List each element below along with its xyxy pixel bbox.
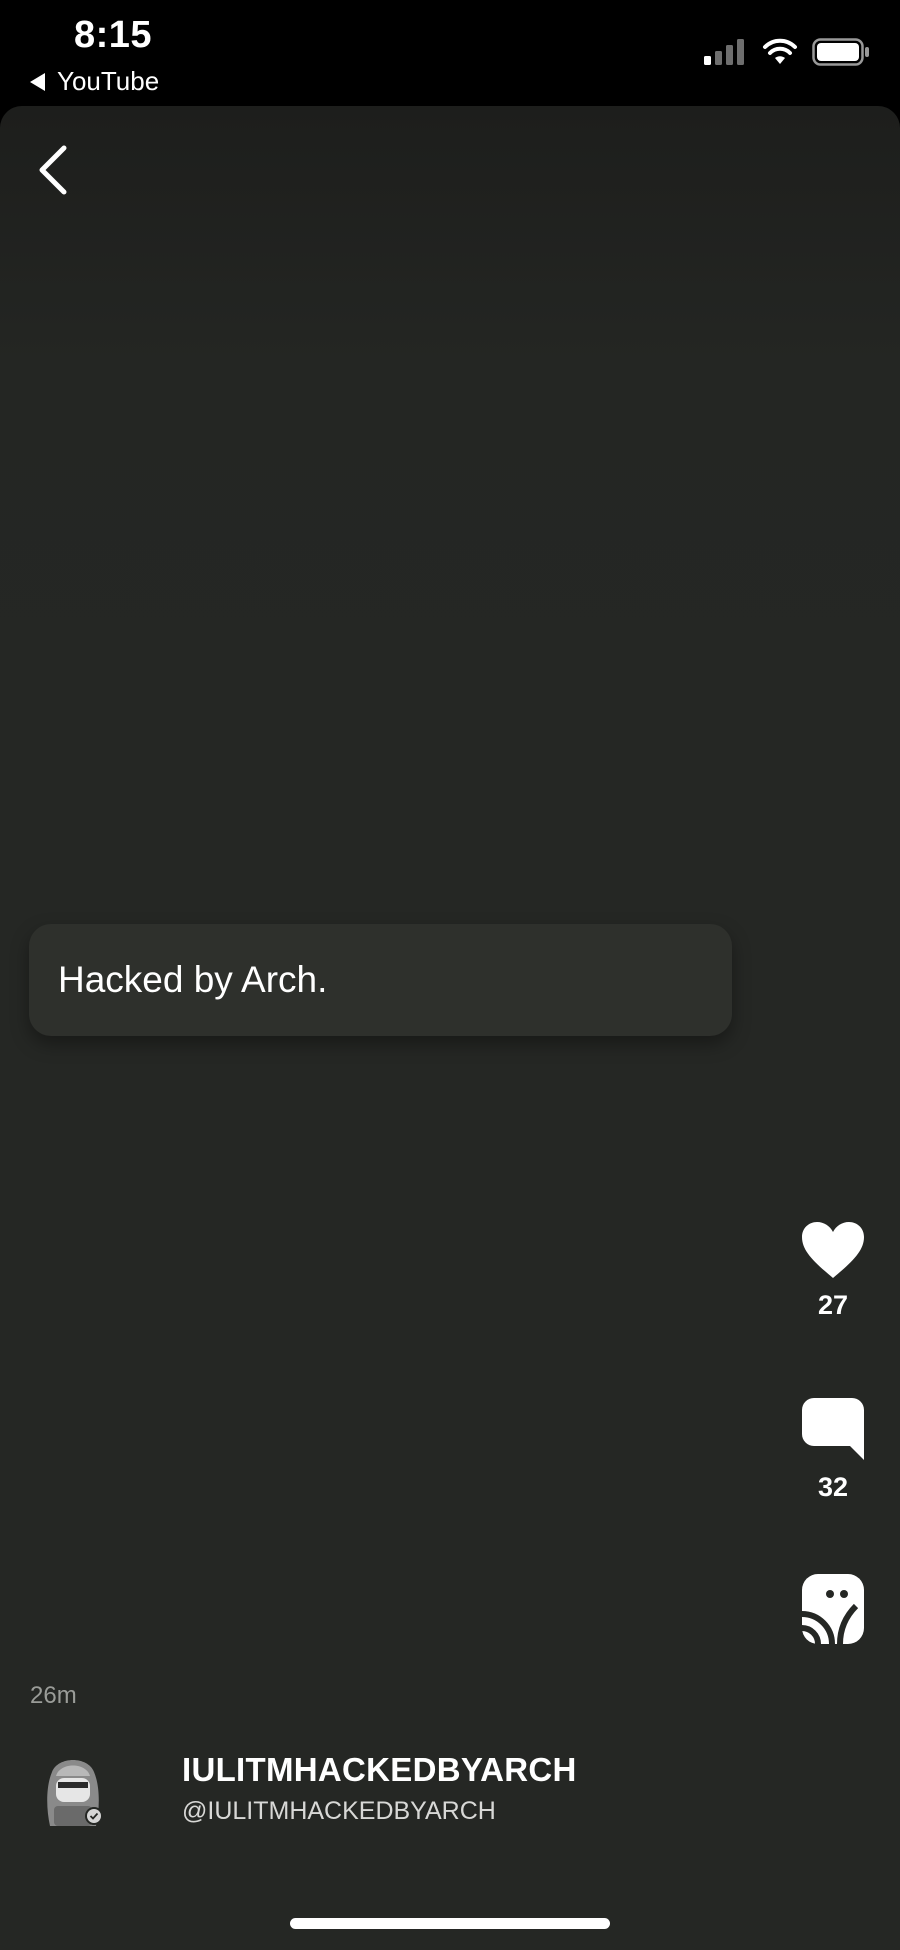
like-count: 27	[817, 1290, 849, 1320]
comment-icon	[802, 1398, 864, 1460]
signal-icon	[704, 39, 744, 65]
share-button[interactable]	[798, 1572, 868, 1646]
share-icon	[801, 1574, 864, 1645]
back-to-app-link[interactable]: YouTube	[30, 66, 159, 97]
heart-icon	[802, 1222, 864, 1278]
back-app-label: YouTube	[57, 66, 160, 96]
author-handle: @IULITMHACKEDBYARCH	[182, 1796, 496, 1825]
chevron-left-icon	[39, 145, 67, 195]
screen: 8:15 YouTube Hacked by Arch. 27 32 26m I…	[0, 0, 900, 1950]
back-button[interactable]	[28, 140, 78, 200]
author-name: IULITMHACKEDBYARCH	[182, 1750, 577, 1788]
avatar[interactable]	[38, 1746, 108, 1830]
home-indicator[interactable]	[290, 1918, 610, 1929]
post-timestamp: 26m	[30, 1682, 77, 1709]
post-text: Hacked by Arch.	[58, 959, 328, 1000]
like-button[interactable]: 27	[798, 1220, 868, 1321]
battery-icon	[812, 38, 869, 66]
author-text: IULITMHACKEDBYARCH @IULITMHACKEDBYARCH	[182, 1751, 577, 1826]
avatar-image	[47, 1760, 103, 1826]
wifi-icon	[763, 38, 797, 64]
post-bubble: Hacked by Arch.	[29, 924, 732, 1036]
status-icons	[704, 38, 870, 66]
status-time: 8:15	[74, 14, 153, 56]
status-bar: 8:15 YouTube	[0, 0, 900, 106]
post-view: Hacked by Arch. 27 32 26m IULITMHACKEDBY…	[0, 106, 900, 1950]
author-info[interactable]: IULITMHACKEDBYARCH @IULITMHACKEDBYARCH	[38, 1746, 577, 1830]
back-triangle-icon	[30, 72, 45, 91]
comment-button[interactable]: 32	[798, 1396, 868, 1503]
comment-count: 32	[817, 1472, 849, 1502]
